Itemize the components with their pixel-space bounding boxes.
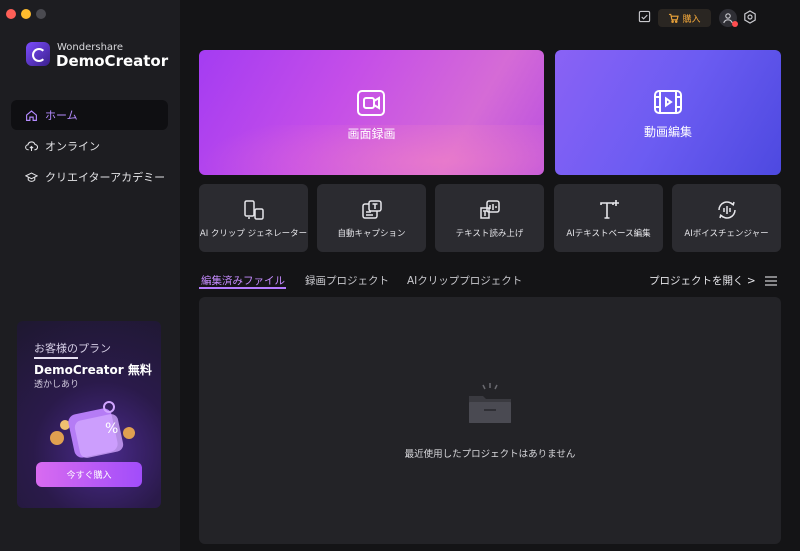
plan-promo-card: お客様のプラン DemoCreator 無料 透かしあり % 今すぐ購入 [17, 321, 161, 508]
buy-now-button[interactable]: 今すぐ購入 [36, 462, 142, 487]
active-tab-underline [199, 287, 286, 289]
buy-button-label: 購入 [682, 14, 701, 25]
tab-ai-clip-projects[interactable]: AIクリッププロジェクト [407, 273, 522, 288]
empty-folder-icon [469, 383, 511, 423]
sidebar-item-online[interactable]: オンライン [11, 131, 168, 161]
account-avatar[interactable] [719, 9, 738, 27]
minimize-window-button[interactable] [21, 9, 31, 19]
svg-text:%: % [105, 421, 118, 437]
settings-icon[interactable] [743, 10, 757, 24]
video-edit-icon [654, 90, 682, 114]
cart-icon [669, 13, 680, 23]
sidebar-item-label: クリエイターアカデミー [45, 171, 166, 184]
buy-button[interactable]: 購入 [658, 9, 711, 27]
tool-text-to-speech[interactable]: テキスト読み上げ [435, 184, 544, 252]
plan-name: DemoCreator 無料 [34, 363, 152, 377]
home-icon [26, 109, 37, 121]
tool-auto-caption[interactable]: 自動キャプション [317, 184, 426, 252]
sidebar-item-label: オンライン [45, 140, 100, 153]
tool-label: AIボイスチェンジャー [684, 229, 769, 239]
caption-icon [362, 200, 382, 219]
tool-label: テキスト読み上げ [455, 229, 524, 239]
plan-heading-underline [34, 357, 78, 359]
sidebar-item-academy[interactable]: クリエイターアカデミー [11, 162, 168, 192]
tool-ai-text-based-edit[interactable]: AIテキストベース編集 [554, 184, 663, 252]
screen-record-label: 画面録画 [347, 127, 396, 141]
tts-icon [480, 200, 500, 219]
zoom-window-button[interactable] [36, 9, 46, 19]
close-window-button[interactable] [6, 9, 16, 19]
notification-dot [732, 21, 738, 27]
text-edit-icon [600, 200, 619, 219]
cloud-upload-icon [25, 140, 38, 151]
voice-changer-icon [718, 201, 736, 219]
sidebar-item-home[interactable]: ホーム [11, 100, 168, 130]
list-view-icon[interactable] [765, 276, 777, 286]
empty-state-message: 最近使用したプロジェクトはありません [404, 449, 576, 460]
feedback-icon[interactable] [638, 10, 651, 23]
wallet-illustration-icon: % [50, 401, 135, 458]
sidebar: Wondershare DemoCreator ホーム オンライン クリエイター… [0, 0, 180, 551]
open-project-link[interactable]: プロジェクトを開く > [649, 273, 756, 288]
democreator-logo-icon [26, 42, 50, 66]
screen-record-icon [357, 90, 385, 116]
graduation-cap-icon [25, 171, 38, 182]
tool-ai-clip-generator[interactable]: AI クリップ ジェネレーター [199, 184, 308, 252]
video-edit-card[interactable]: 動画編集 [555, 50, 781, 175]
tool-label: 自動キャプション [337, 229, 406, 239]
ai-clip-icon [244, 200, 264, 220]
plan-note: 透かしあり [34, 380, 80, 390]
tool-label: AI クリップ ジェネレーター [199, 229, 308, 239]
plan-heading: お客様のプラン [34, 342, 111, 355]
screen-record-card[interactable]: 画面録画 [199, 50, 544, 175]
tab-recording-projects[interactable]: 録画プロジェクト [305, 273, 389, 288]
video-edit-label: 動画編集 [643, 125, 692, 139]
tool-ai-voice-changer[interactable]: AIボイスチェンジャー [672, 184, 781, 252]
tab-edited-files[interactable]: 編集済みファイル [201, 273, 285, 288]
brand-name: DemoCreator [56, 52, 169, 70]
tool-label: AIテキストベース編集 [566, 229, 651, 239]
sidebar-item-label: ホーム [45, 109, 78, 122]
